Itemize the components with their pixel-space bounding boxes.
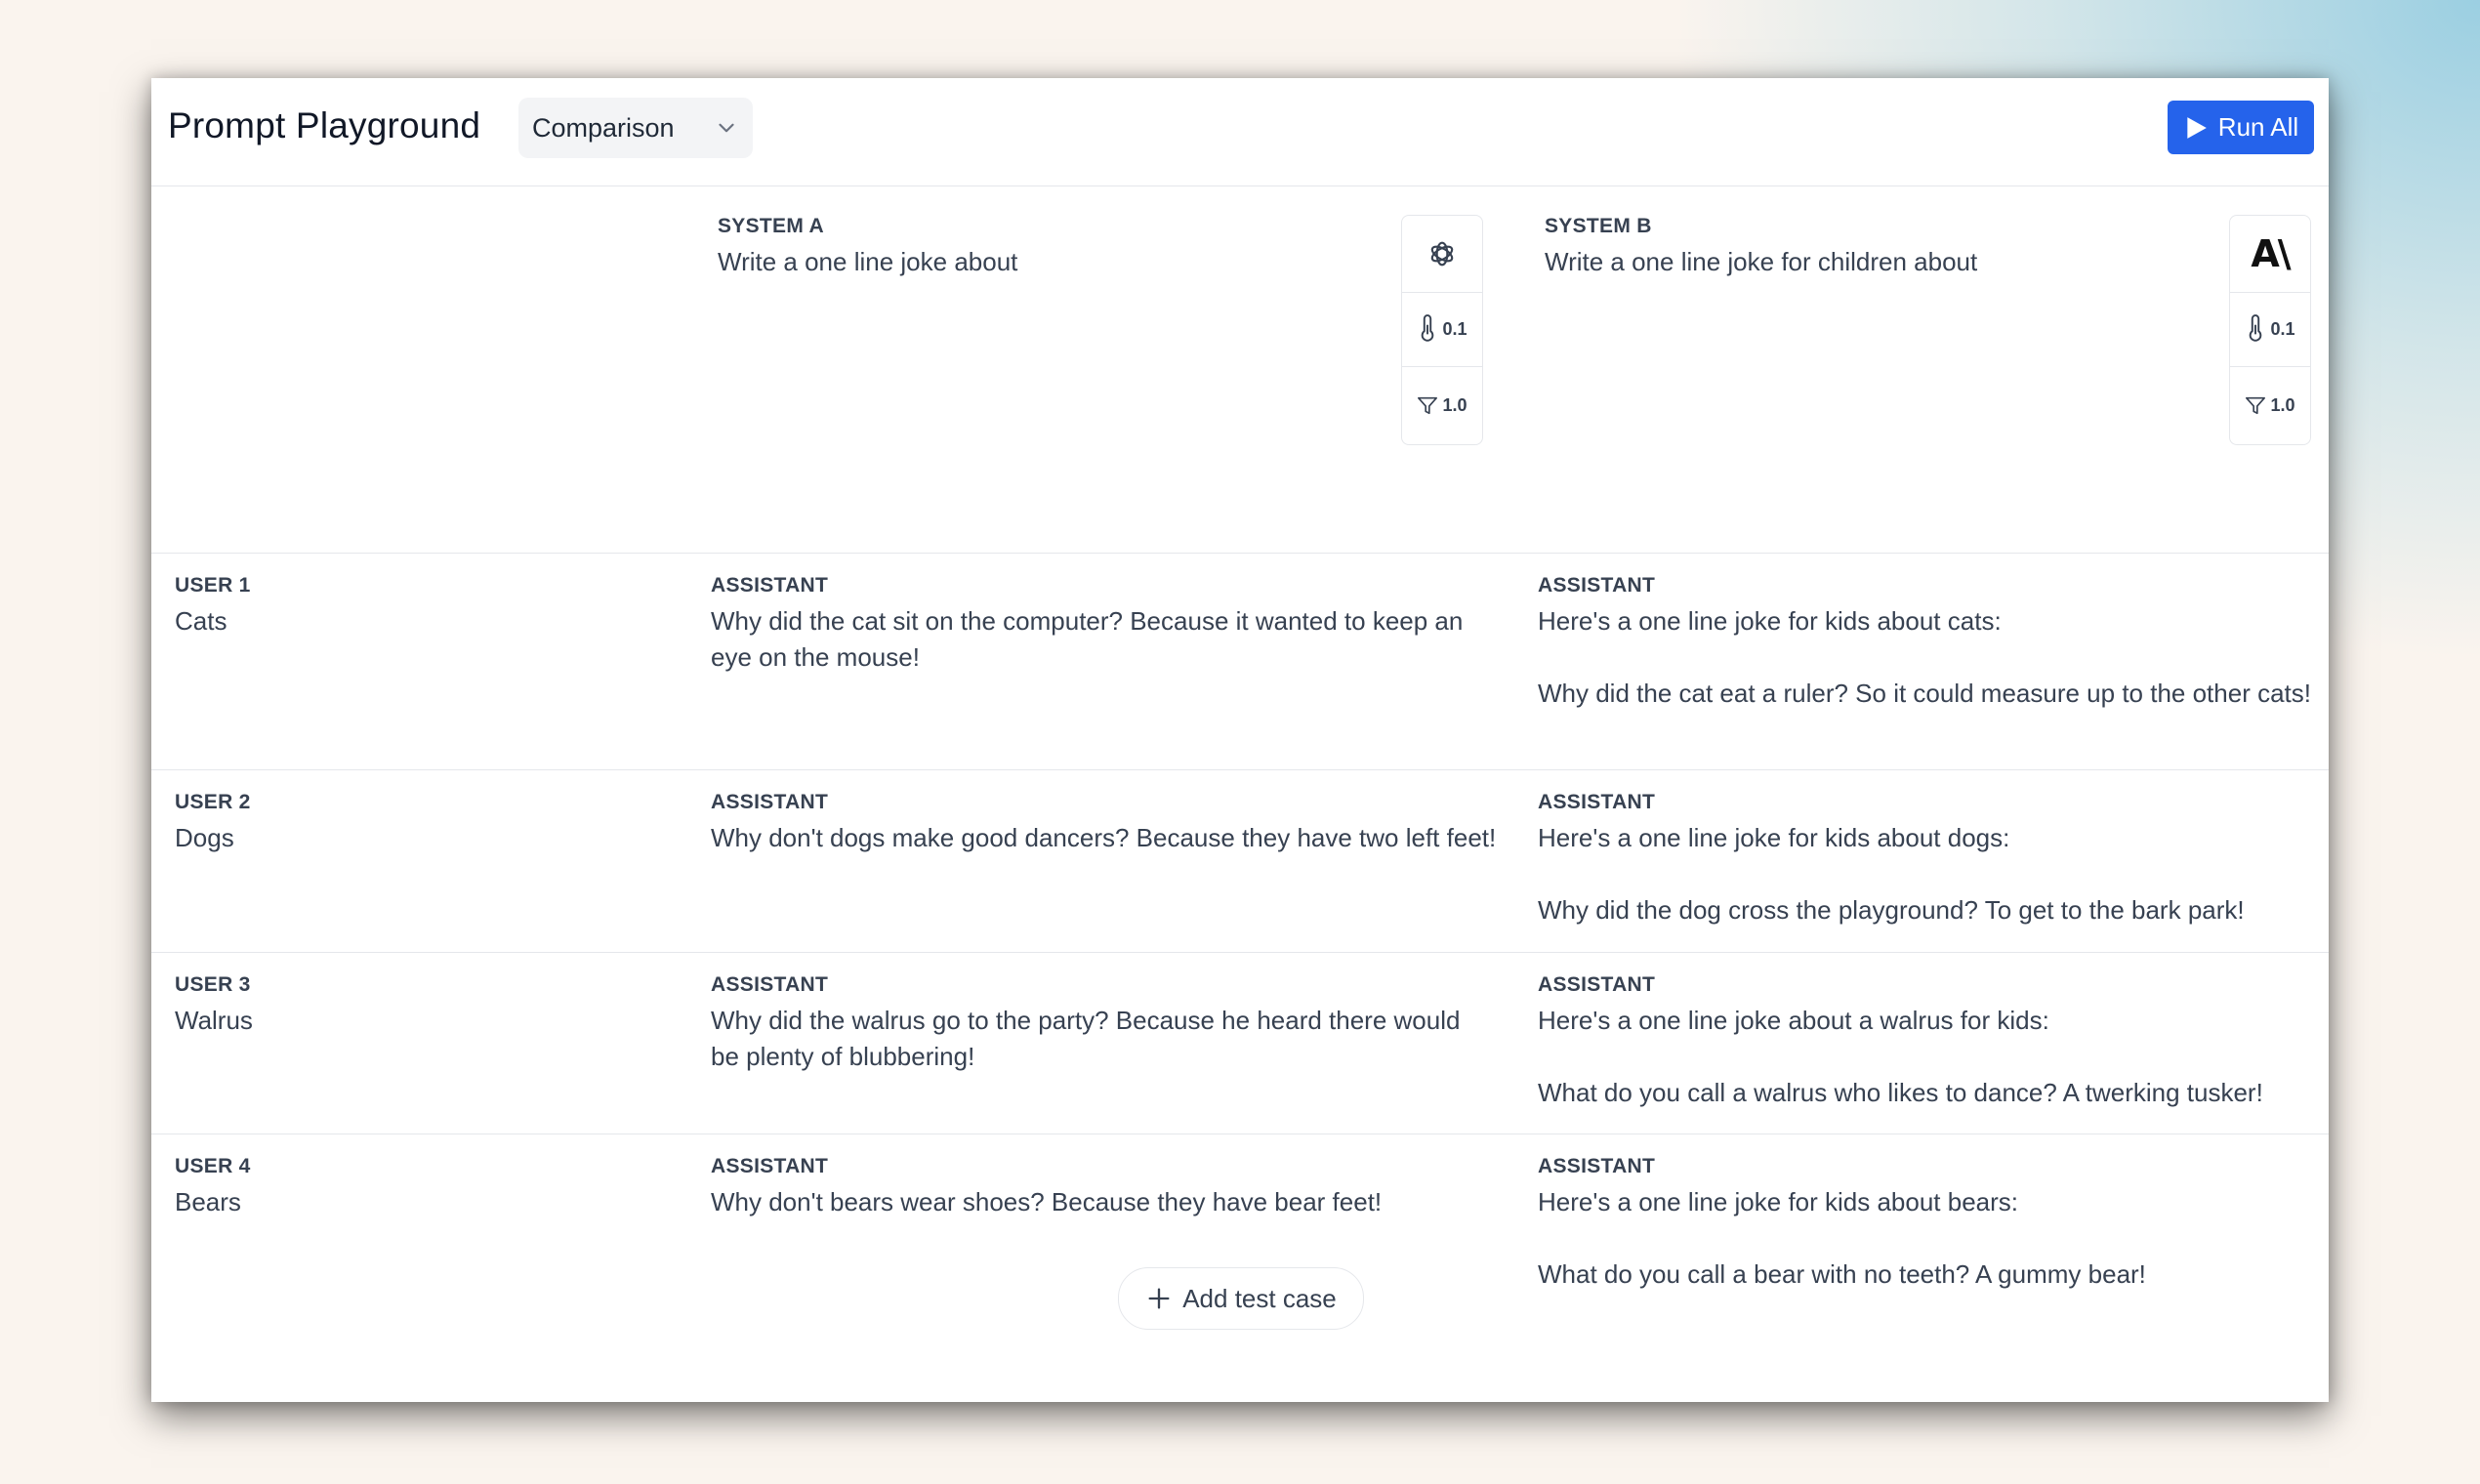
assistant-text: Here's a one line joke for kids about be…	[1538, 1187, 2146, 1289]
chevron-down-icon	[719, 123, 734, 133]
assistant-label: ASSISTANT	[711, 973, 829, 996]
run-all-button[interactable]: Run All	[2168, 101, 2314, 154]
test-case-row: USER 1 Cats ASSISTANT Why did the cat si…	[151, 553, 2329, 770]
test-case-row: USER 4 Bears ASSISTANT Why don't bears w…	[151, 1134, 2329, 1289]
user-text: Dogs	[175, 823, 234, 852]
plus-icon	[1148, 1288, 1170, 1309]
user-message[interactable]: USER 2 Dogs	[175, 791, 663, 856]
user-message[interactable]: USER 4 Bears	[175, 1155, 663, 1220]
model-selector-b[interactable]: A\	[2230, 216, 2310, 293]
assistant-label: ASSISTANT	[711, 1155, 829, 1177]
assistant-label: ASSISTANT	[1538, 1155, 1656, 1177]
system-prompts-row: SYSTEM A Write a one line joke about 0.1	[151, 186, 2329, 554]
assistant-text: Why did the walrus go to the party? Beca…	[711, 1006, 1461, 1071]
temperature-value-b: 0.1	[2270, 318, 2295, 339]
assistant-text: Here's a one line joke about a walrus fo…	[1538, 1006, 2263, 1107]
openai-logo-icon	[1430, 241, 1454, 267]
assistant-text: Here's a one line joke for kids about do…	[1538, 823, 2245, 925]
assistant-b-response: ASSISTANT Here's a one line joke for kid…	[1538, 791, 2319, 928]
assistant-text: Here's a one line joke for kids about ca…	[1538, 606, 2311, 708]
system-a-label: SYSTEM A	[718, 215, 824, 237]
system-a-params: 0.1 1.0	[1401, 215, 1483, 445]
filter-icon	[2246, 396, 2266, 415]
assistant-text: Why don't dogs make good dancers? Becaus…	[711, 823, 1497, 852]
assistant-text: Why don't bears wear shoes? Because they…	[711, 1187, 1383, 1216]
assistant-label: ASSISTANT	[1538, 791, 1656, 813]
system-b-label: SYSTEM B	[1545, 215, 1652, 237]
add-test-case-label: Add test case	[1182, 1283, 1337, 1313]
assistant-label: ASSISTANT	[711, 791, 829, 813]
system-b-text: Write a one line joke for children about	[1545, 247, 1978, 276]
assistant-label: ASSISTANT	[711, 574, 829, 597]
user-label: USER 4	[175, 1155, 251, 1177]
page-title: Prompt Playground	[168, 105, 481, 145]
user-label: USER 1	[175, 574, 251, 597]
user-text: Bears	[175, 1187, 241, 1216]
play-icon	[2187, 116, 2207, 139]
model-selector-a[interactable]	[1402, 216, 1482, 293]
temperature-control-b[interactable]: 0.1	[2230, 292, 2310, 367]
thermometer-icon	[1422, 314, 1434, 342]
user-label: USER 2	[175, 791, 251, 813]
assistant-b-response: ASSISTANT Here's a one line joke for kid…	[1538, 1155, 2319, 1293]
assistant-a-response: ASSISTANT Why don't bears wear shoes? Be…	[711, 1155, 1648, 1220]
test-case-row: USER 2 Dogs ASSISTANT Why don't dogs mak…	[151, 769, 2329, 953]
thermometer-icon	[2250, 314, 2262, 342]
top-p-value-a: 1.0	[1442, 394, 1467, 415]
test-case-row: USER 3 Walrus ASSISTANT Why did the walr…	[151, 952, 2329, 1134]
temperature-control-a[interactable]: 0.1	[1402, 292, 1482, 367]
assistant-a-response: ASSISTANT Why did the walrus go to the p…	[711, 973, 1648, 1075]
mode-select[interactable]: Comparison	[518, 98, 753, 158]
top-p-value-b: 1.0	[2270, 394, 2295, 415]
temperature-value-a: 0.1	[1442, 318, 1467, 339]
user-text: Cats	[175, 606, 227, 636]
top-p-control-b[interactable]: 1.0	[2230, 366, 2310, 444]
assistant-a-response: ASSISTANT Why did the cat sit on the com…	[711, 574, 1648, 676]
run-all-label: Run All	[2217, 112, 2299, 142]
header-bar: Prompt Playground Comparison Run All	[151, 78, 2329, 186]
user-message[interactable]: USER 1 Cats	[175, 574, 663, 639]
playground-window: Prompt Playground Comparison Run All SYS…	[151, 78, 2329, 1402]
filter-icon	[1418, 396, 1438, 415]
assistant-text: Why did the cat sit on the computer? Bec…	[711, 606, 1464, 672]
anthropic-logo-icon: A\	[2251, 232, 2291, 275]
assistant-b-response: ASSISTANT Here's a one line joke for kid…	[1538, 574, 2319, 712]
system-b-prompt[interactable]: SYSTEM B Write a one line joke for child…	[1545, 215, 2209, 280]
mode-select-value: Comparison	[532, 112, 675, 143]
user-message[interactable]: USER 3 Walrus	[175, 973, 663, 1039]
assistant-a-response: ASSISTANT Why don't dogs make good dance…	[711, 791, 1648, 856]
system-b-params: A\ 0.1 1.0	[2229, 215, 2311, 445]
top-p-control-a[interactable]: 1.0	[1402, 366, 1482, 444]
user-text: Walrus	[175, 1006, 253, 1035]
assistant-b-response: ASSISTANT Here's a one line joke about a…	[1538, 973, 2319, 1111]
assistant-label: ASSISTANT	[1538, 973, 1656, 996]
add-test-case-button[interactable]: Add test case	[1118, 1267, 1364, 1330]
system-a-prompt[interactable]: SYSTEM A Write a one line joke about	[718, 215, 1401, 280]
system-a-text: Write a one line joke about	[718, 247, 1018, 276]
user-label: USER 3	[175, 973, 251, 996]
assistant-label: ASSISTANT	[1538, 574, 1656, 597]
